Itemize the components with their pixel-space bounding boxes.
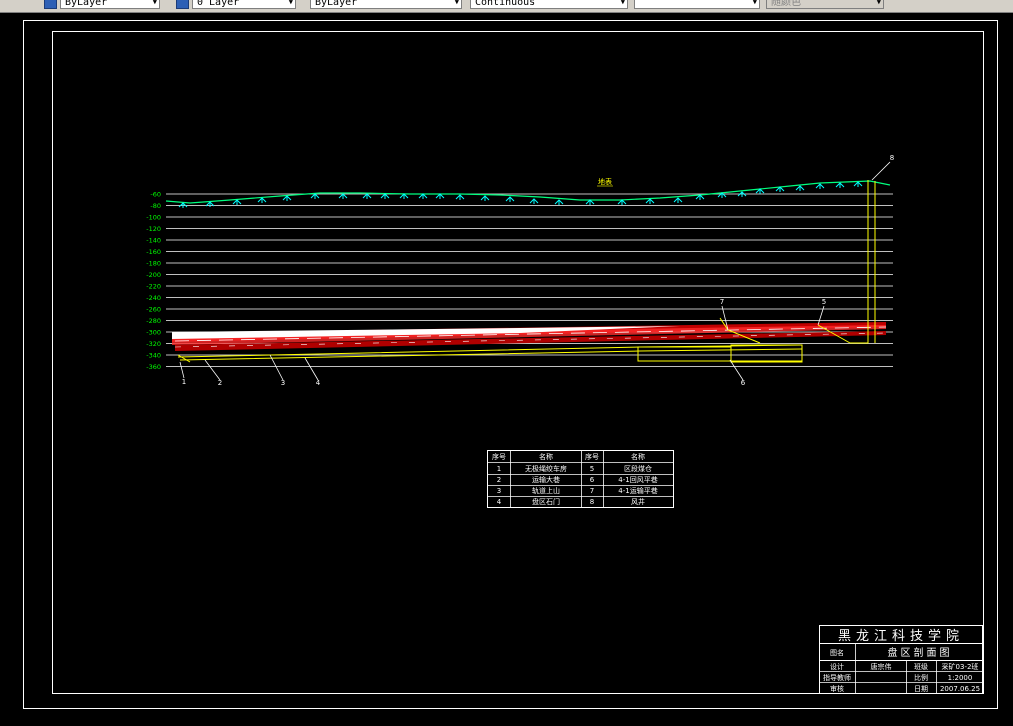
surface-label: 地表 bbox=[598, 177, 612, 186]
depth-label: -240 bbox=[146, 294, 161, 302]
legend-cell: 7 bbox=[590, 487, 594, 495]
depth-label: -220 bbox=[146, 283, 161, 291]
surface-mark bbox=[282, 195, 292, 201]
surface-mark bbox=[455, 194, 465, 200]
designer: 唐宗伟 bbox=[871, 662, 892, 671]
legend-header: 名称 bbox=[539, 452, 553, 461]
legend-cell: 5 bbox=[590, 465, 594, 473]
school-name: 黑龙江科技学院 bbox=[838, 628, 964, 644]
legend-cell: 2 bbox=[497, 476, 501, 484]
legend-cell: 4-1运输平巷 bbox=[618, 486, 657, 495]
depth-label: -320 bbox=[146, 340, 161, 348]
surface-mark bbox=[310, 193, 320, 199]
legend-cell: 4 bbox=[497, 498, 502, 506]
depth-label: -300 bbox=[146, 329, 161, 337]
surface-mark bbox=[380, 193, 390, 199]
surface-mark bbox=[205, 201, 215, 207]
surface-mark bbox=[737, 191, 747, 197]
legend-header: 序号 bbox=[585, 452, 599, 461]
scale-value: 1:2000 bbox=[948, 674, 973, 682]
title-block: 黑龙江科技学院 图名 盘区剖面图 设计 唐宗伟 班级 采矿03-2班 指导教师 … bbox=[819, 625, 983, 694]
depth-label: -80 bbox=[150, 202, 161, 210]
ground-surface: 地表 bbox=[165, 177, 891, 208]
legend-header: 序号 bbox=[492, 452, 506, 461]
callout-number: 6 bbox=[741, 379, 746, 387]
depth-label: -160 bbox=[146, 248, 161, 256]
legend-cell: 盘区石门 bbox=[532, 497, 560, 506]
drawing-canvas[interactable]: -60 -80 -100 -120 -140 -160 -180 -200 -220 -240 -2… bbox=[0, 0, 1013, 726]
surface-mark bbox=[505, 196, 515, 202]
drawing-name: 盘区剖面图 bbox=[888, 646, 953, 659]
depth-label: -260 bbox=[146, 306, 161, 314]
label-tuming: 图名 bbox=[830, 648, 844, 657]
surface-mark bbox=[480, 195, 490, 201]
callout-number: 4 bbox=[316, 379, 321, 387]
surface-mark bbox=[673, 197, 683, 203]
surface-mark bbox=[529, 198, 539, 204]
class-name: 采矿03-2班 bbox=[942, 662, 979, 671]
surface-mark bbox=[257, 197, 267, 203]
legend-cell: 6 bbox=[590, 476, 595, 484]
legend-cell: 8 bbox=[590, 498, 594, 506]
legend-cell: 区段煤仓 bbox=[624, 464, 652, 473]
callout-number: 1 bbox=[182, 378, 186, 386]
label-design: 设计 bbox=[830, 662, 844, 671]
depth-label: -100 bbox=[146, 214, 161, 222]
surface-mark bbox=[645, 198, 655, 204]
legend-header: 名称 bbox=[631, 452, 645, 461]
outer-frame bbox=[23, 20, 998, 709]
legend-cell: 4-1回风平巷 bbox=[618, 476, 657, 484]
legend-table: 序号 名称 序号 名称 1 无极绳绞车房 5 区段煤仓 2 运输大巷 6 4-1回风平巷 3 轨道上山 7 4… bbox=[487, 450, 674, 508]
label-review: 审核 bbox=[830, 684, 844, 693]
depth-axis: -60 -80 -100 -120 -140 -160 -180 -200 -220 -240 -2… bbox=[146, 191, 161, 372]
surface-mark bbox=[178, 202, 188, 208]
surface-mark bbox=[835, 182, 845, 188]
callout-number: 7 bbox=[720, 298, 724, 306]
legend-cell: 3 bbox=[497, 487, 501, 495]
surface-mark bbox=[554, 199, 564, 205]
depth-label: -360 bbox=[146, 363, 161, 371]
date-value: 2007.06.25 bbox=[940, 685, 980, 693]
surface-mark bbox=[815, 183, 825, 189]
callout-number: 5 bbox=[822, 298, 826, 306]
label-advisor: 指导教师 bbox=[823, 673, 851, 682]
legend-cell: 1 bbox=[497, 465, 501, 473]
surface-mark bbox=[585, 199, 595, 205]
legend-cell: 运输大巷 bbox=[532, 475, 560, 484]
surface-mark bbox=[232, 199, 242, 205]
surface-mark bbox=[418, 193, 428, 199]
callout-labels: 1 2 3 4 5 7 6 8 bbox=[182, 154, 894, 387]
callout-number: 8 bbox=[890, 154, 894, 162]
depth-label: -180 bbox=[146, 260, 161, 268]
inner-frame bbox=[52, 31, 984, 694]
surface-mark bbox=[435, 193, 445, 199]
surface-mark bbox=[853, 181, 863, 187]
depth-label: -140 bbox=[146, 237, 161, 245]
callout-number: 2 bbox=[218, 379, 222, 387]
legend-cell: 轨道上山 bbox=[532, 486, 560, 495]
depth-label: -280 bbox=[146, 317, 161, 325]
surface-mark bbox=[338, 193, 348, 199]
label-scale: 比例 bbox=[914, 673, 928, 682]
depth-label: -120 bbox=[146, 225, 161, 233]
depth-label: -340 bbox=[146, 352, 161, 360]
surface-mark bbox=[362, 193, 372, 199]
surface-mark bbox=[617, 199, 627, 205]
legend-cell: 风井 bbox=[631, 497, 645, 506]
label-date: 日期 bbox=[914, 685, 928, 693]
callout-number: 3 bbox=[281, 379, 285, 387]
label-class: 班级 bbox=[914, 662, 928, 671]
depth-label: -60 bbox=[150, 191, 161, 199]
legend-cell: 无极绳绞车房 bbox=[525, 464, 567, 473]
coal-seam bbox=[172, 322, 887, 351]
surface-mark bbox=[399, 193, 409, 199]
surface-mark bbox=[795, 185, 805, 191]
depth-label: -200 bbox=[146, 271, 161, 279]
